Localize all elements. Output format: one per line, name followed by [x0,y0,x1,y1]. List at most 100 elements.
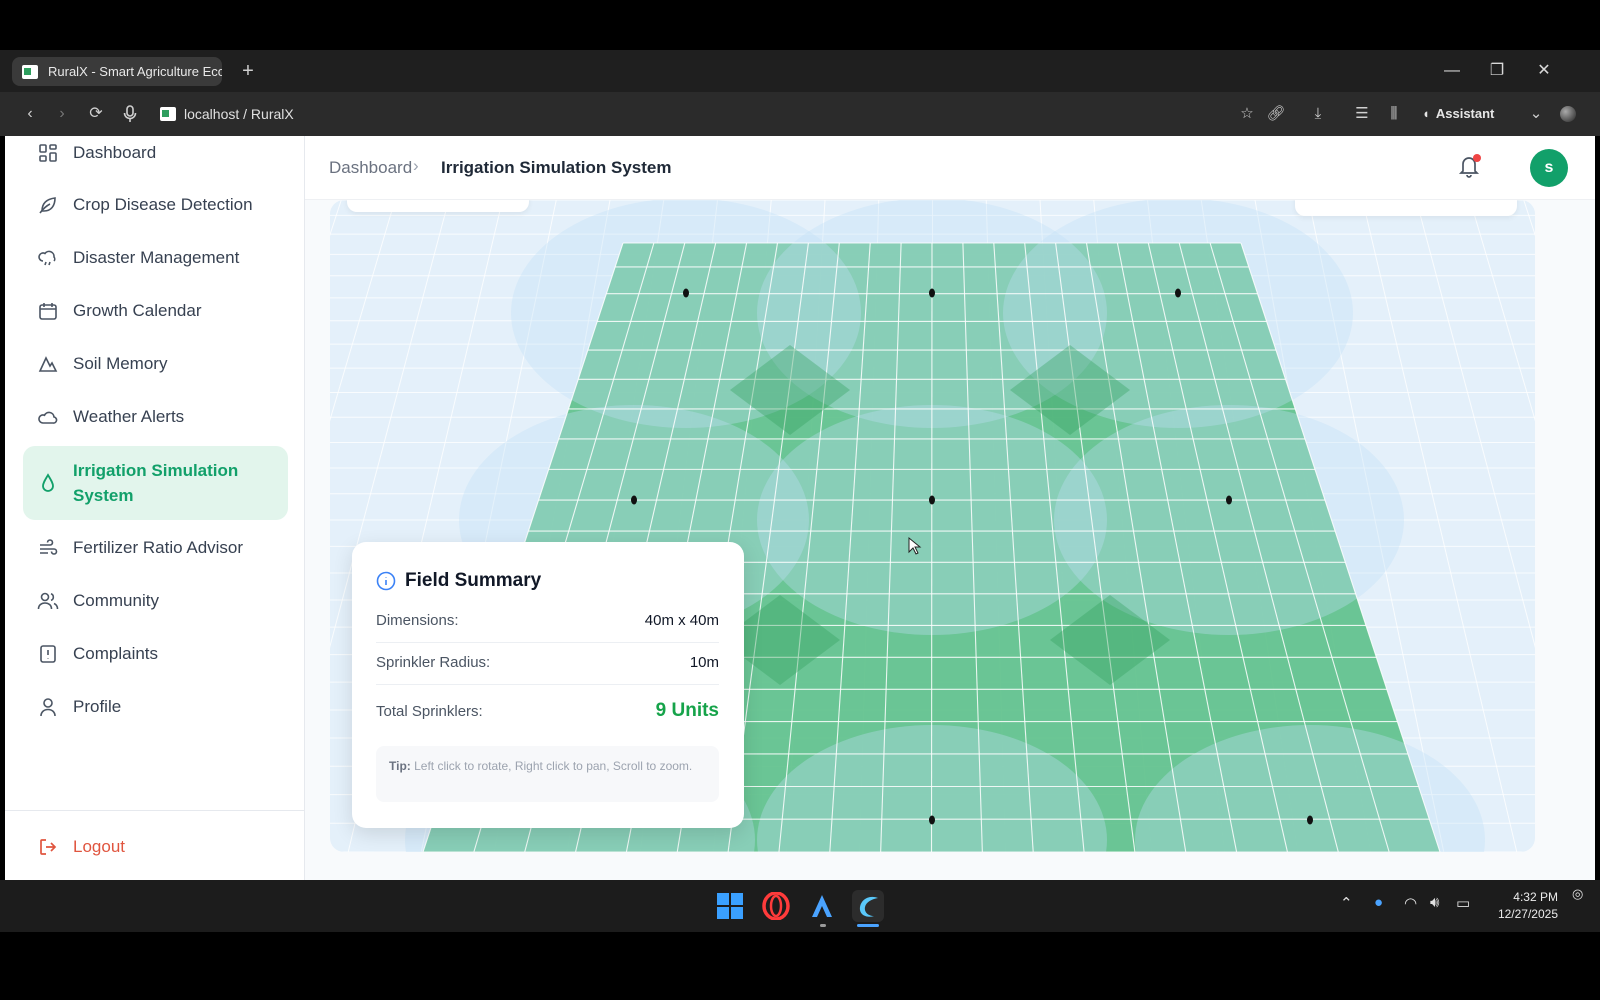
minimize-icon[interactable]: — [1437,52,1467,90]
audio-wave-icon[interactable]: ⫼ [1381,92,1407,136]
sidebar-item-complaints[interactable]: Complaints [23,639,288,669]
sprinkler-head [929,815,935,825]
field-summary-header: Field Summary [376,570,541,592]
field-grid-line [930,242,933,852]
page-viewport: Dashboard Crop Disease Detection Disaste… [5,136,1595,896]
desktop-screen: RuralX - Smart Agriculture Ecosystem + —… [0,0,1600,1000]
dimensions-row: Dimensions: 40m x 40m [376,612,719,629]
opera-browser-icon[interactable] [760,890,792,922]
url-field[interactable]: localhost / RuralX [160,103,294,125]
users-icon [37,590,59,612]
sidebar-item-label-line2: System [73,486,134,505]
sidebar-item-dashboard[interactable]: Dashboard [23,138,288,168]
breadcrumb-chevron-icon: › [413,156,419,175]
reload-icon[interactable]: ⟳ [82,92,110,136]
sidebar-item-fertilizer-ratio-advisor[interactable]: Fertilizer Ratio Advisor [23,533,288,563]
url-text: localhost / RuralX [184,106,294,122]
browser-tab-active[interactable]: RuralX - Smart Agriculture Ecosystem [12,57,222,86]
sidebar-item-community[interactable]: Community [23,586,288,616]
dimensions-value: 40m x 40m [644,612,719,629]
active-app-icon[interactable] [852,890,884,922]
sprinkler-radius-row: Sprinkler Radius: 10m [376,654,719,671]
microphone-icon[interactable] [116,92,144,136]
active-app-indicator [857,924,879,927]
os-taskbar: ⌃ ● ◠ 🔊︎ ▭ 4:32 PM 12/27/2025 ◎ [0,880,1600,932]
windows-start-icon[interactable] [714,890,746,922]
sidebar-item-label: Community [73,591,159,610]
app-launcher-icon[interactable] [806,890,838,922]
browser-address-bar: ‹ › ⟳ localhost / RuralX ☆ 🔗︎ ⤓ ☰ ⫼ ◖ As… [0,92,1600,136]
sidebar-item-label: Dashboard [73,143,157,162]
tip-text: Left click to rotate, Right click to pan… [414,759,693,773]
restore-window-icon[interactable]: ❐ [1482,52,1512,90]
dashboard-grid-icon [37,142,59,164]
sidebar-item-weather-alerts[interactable]: Weather Alerts [23,402,288,432]
total-sprinklers-row: Total Sprinklers: 9 Units [376,700,719,722]
sidebar-item-label: Growth Calendar [73,301,202,320]
user-avatar[interactable]: s [1530,149,1568,187]
cloud-icon [37,406,59,428]
tip-box: Tip: Left click to rotate, Right click t… [376,746,719,802]
close-window-icon[interactable]: ✕ [1529,52,1559,90]
breadcrumb-dashboard-link[interactable]: Dashboard [329,158,412,178]
row-divider [376,642,719,643]
wifi-icon[interactable]: ◠ [1404,894,1417,912]
sidebar-item-irrigation-simulation-system[interactable]: Irrigation Simulation System [23,446,288,520]
system-clock[interactable]: 4:32 PM 12/27/2025 [1486,889,1558,923]
ruralx-favicon-icon [22,64,38,79]
logout-button[interactable]: Logout [23,836,125,858]
notification-badge [1473,154,1481,162]
sprinkler-head [683,288,689,298]
notification-center-icon[interactable]: ◎ [1572,886,1583,902]
volume-icon[interactable]: 🔊︎ [1430,894,1439,911]
tray-microphone-icon[interactable]: ● [1374,894,1383,911]
alert-file-icon [37,643,59,665]
forward-arrow-icon[interactable]: › [48,92,76,136]
new-tab-plus-icon[interactable]: + [236,57,260,85]
storm-cloud-icon [37,247,59,269]
sidebar-item-disaster-management[interactable]: Disaster Management [23,243,288,273]
link-icon[interactable]: 🔗︎ [1263,92,1289,136]
tab-title: RuralX - Smart Agriculture Ecosystem [48,64,222,79]
breadcrumb-current: Irrigation Simulation System [441,158,672,177]
sidebar-item-label: Crop Disease Detection [73,195,253,214]
controls-panel-partial[interactable] [347,200,529,212]
sidebar-item-label: Weather Alerts [73,407,185,426]
dimensions-label: Dimensions: [376,612,459,629]
sprinkler-head [1307,815,1313,825]
sidebar-item-crop-disease-detection[interactable]: Crop Disease Detection [23,190,288,220]
sidebar-item-soil-memory[interactable]: Soil Memory [23,349,288,379]
total-sprinklers-value: 9 Units [655,700,719,721]
page-header: Dashboard › Irrigation Simulation System… [305,136,1595,200]
sprinkler-head [1226,495,1232,505]
back-arrow-icon[interactable]: ‹ [16,92,44,136]
row-divider [376,684,719,685]
sidebar: Dashboard Crop Disease Detection Disaste… [5,136,305,896]
sidebar-item-label: Profile [73,697,122,716]
visualization-mode-panel-partial[interactable] [1295,200,1517,216]
assistant-label: Assistant [1435,106,1495,121]
assistant-button[interactable]: ◖ Assistant [1422,92,1494,136]
droplet-icon [37,472,59,494]
sidebar-item-growth-calendar[interactable]: Growth Calendar [23,296,288,326]
running-app-indicator [820,924,826,927]
sprinkler-head [929,495,935,505]
clock-time: 4:32 PM [1513,890,1558,904]
site-favicon-icon [160,107,176,121]
tray-chevron-up-icon[interactable]: ⌃ [1340,894,1353,912]
sprinkler-radius-label: Sprinkler Radius: [376,654,491,671]
calendar-icon [37,300,59,322]
bookmark-star-icon[interactable]: ☆ [1234,92,1260,136]
logout-icon [37,836,59,858]
battery-icon[interactable]: ▭ [1456,894,1470,912]
tip-label: Tip: [389,759,411,773]
sidebar-item-profile[interactable]: Profile [23,692,288,722]
sidebar-item-label-group: Irrigation Simulation System [73,458,238,508]
leaf-icon [37,194,59,216]
chevron-down-icon[interactable]: ⌄ [1523,92,1549,136]
download-icon[interactable]: ⤓ [1305,92,1331,136]
logout-label: Logout [73,837,125,856]
browser-profile-avatar[interactable] [1560,106,1576,122]
sprinkler-head [631,495,637,505]
menu-lines-icon[interactable]: ☰ [1349,92,1375,136]
